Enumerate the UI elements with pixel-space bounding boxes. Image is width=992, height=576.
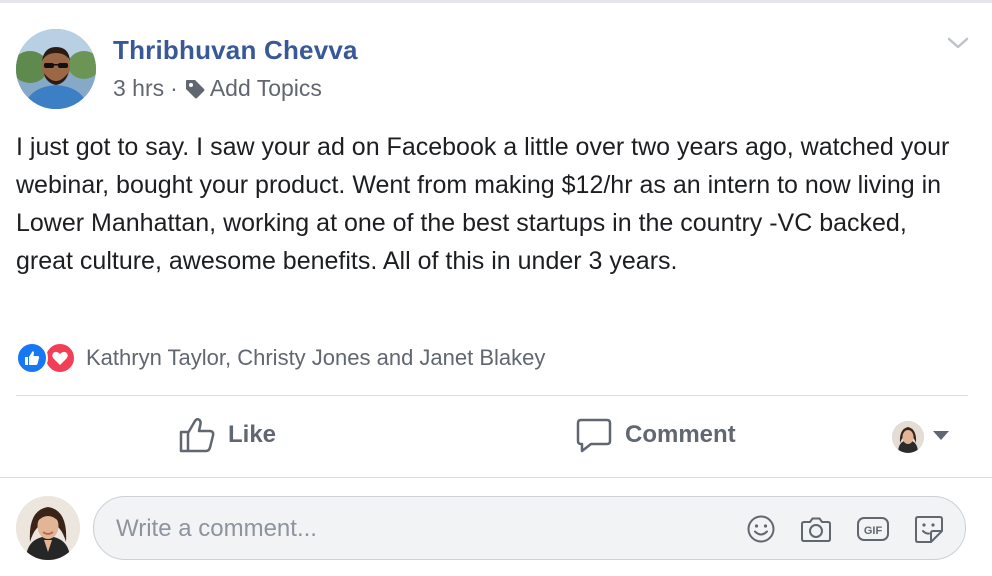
post-meta: 3 hrs · Add Topics [113, 75, 322, 102]
like-label: Like [228, 421, 277, 448]
comment-input[interactable] [114, 497, 718, 560]
author-name-link[interactable]: Thribhuvan Chevva [113, 35, 358, 66]
add-topics-link[interactable]: Add Topics [210, 75, 322, 102]
author-avatar[interactable] [16, 29, 96, 109]
post-as-selector[interactable] [892, 419, 950, 455]
emoji-icon[interactable] [744, 512, 778, 546]
current-user-mini-avatar [892, 421, 924, 453]
divider [0, 477, 992, 478]
post-options-chevron-icon[interactable] [944, 33, 972, 53]
speech-bubble-icon [576, 418, 612, 453]
comment-label: Comment [625, 421, 736, 448]
svg-text:GIF: GIF [864, 525, 883, 537]
camera-icon[interactable] [799, 512, 833, 546]
like-button[interactable]: Like [178, 415, 276, 455]
feed-post: Thribhuvan Chevva 3 hrs · Add Topics I j… [0, 3, 992, 576]
post-timestamp[interactable]: 3 hrs [113, 75, 164, 102]
reactions-summary[interactable]: Kathryn Taylor, Christy Jones and Janet … [16, 341, 545, 375]
reaction-names[interactable]: Kathryn Taylor, Christy Jones and Janet … [86, 345, 545, 371]
current-user-avatar [16, 496, 80, 560]
tag-icon[interactable] [184, 78, 206, 100]
love-reaction-icon [44, 342, 76, 374]
caret-down-icon [932, 428, 950, 446]
post-body-text: I just got to say. I saw your ad on Face… [16, 133, 950, 275]
comment-button[interactable]: Comment [575, 415, 736, 455]
sticker-icon[interactable] [912, 512, 946, 546]
gif-icon[interactable]: GIF [856, 512, 890, 546]
meta-separator: · [170, 75, 178, 101]
divider [16, 395, 968, 396]
like-reaction-icon [16, 342, 48, 374]
thumbs-up-icon [179, 417, 215, 453]
comment-composer: GIF [93, 496, 966, 560]
